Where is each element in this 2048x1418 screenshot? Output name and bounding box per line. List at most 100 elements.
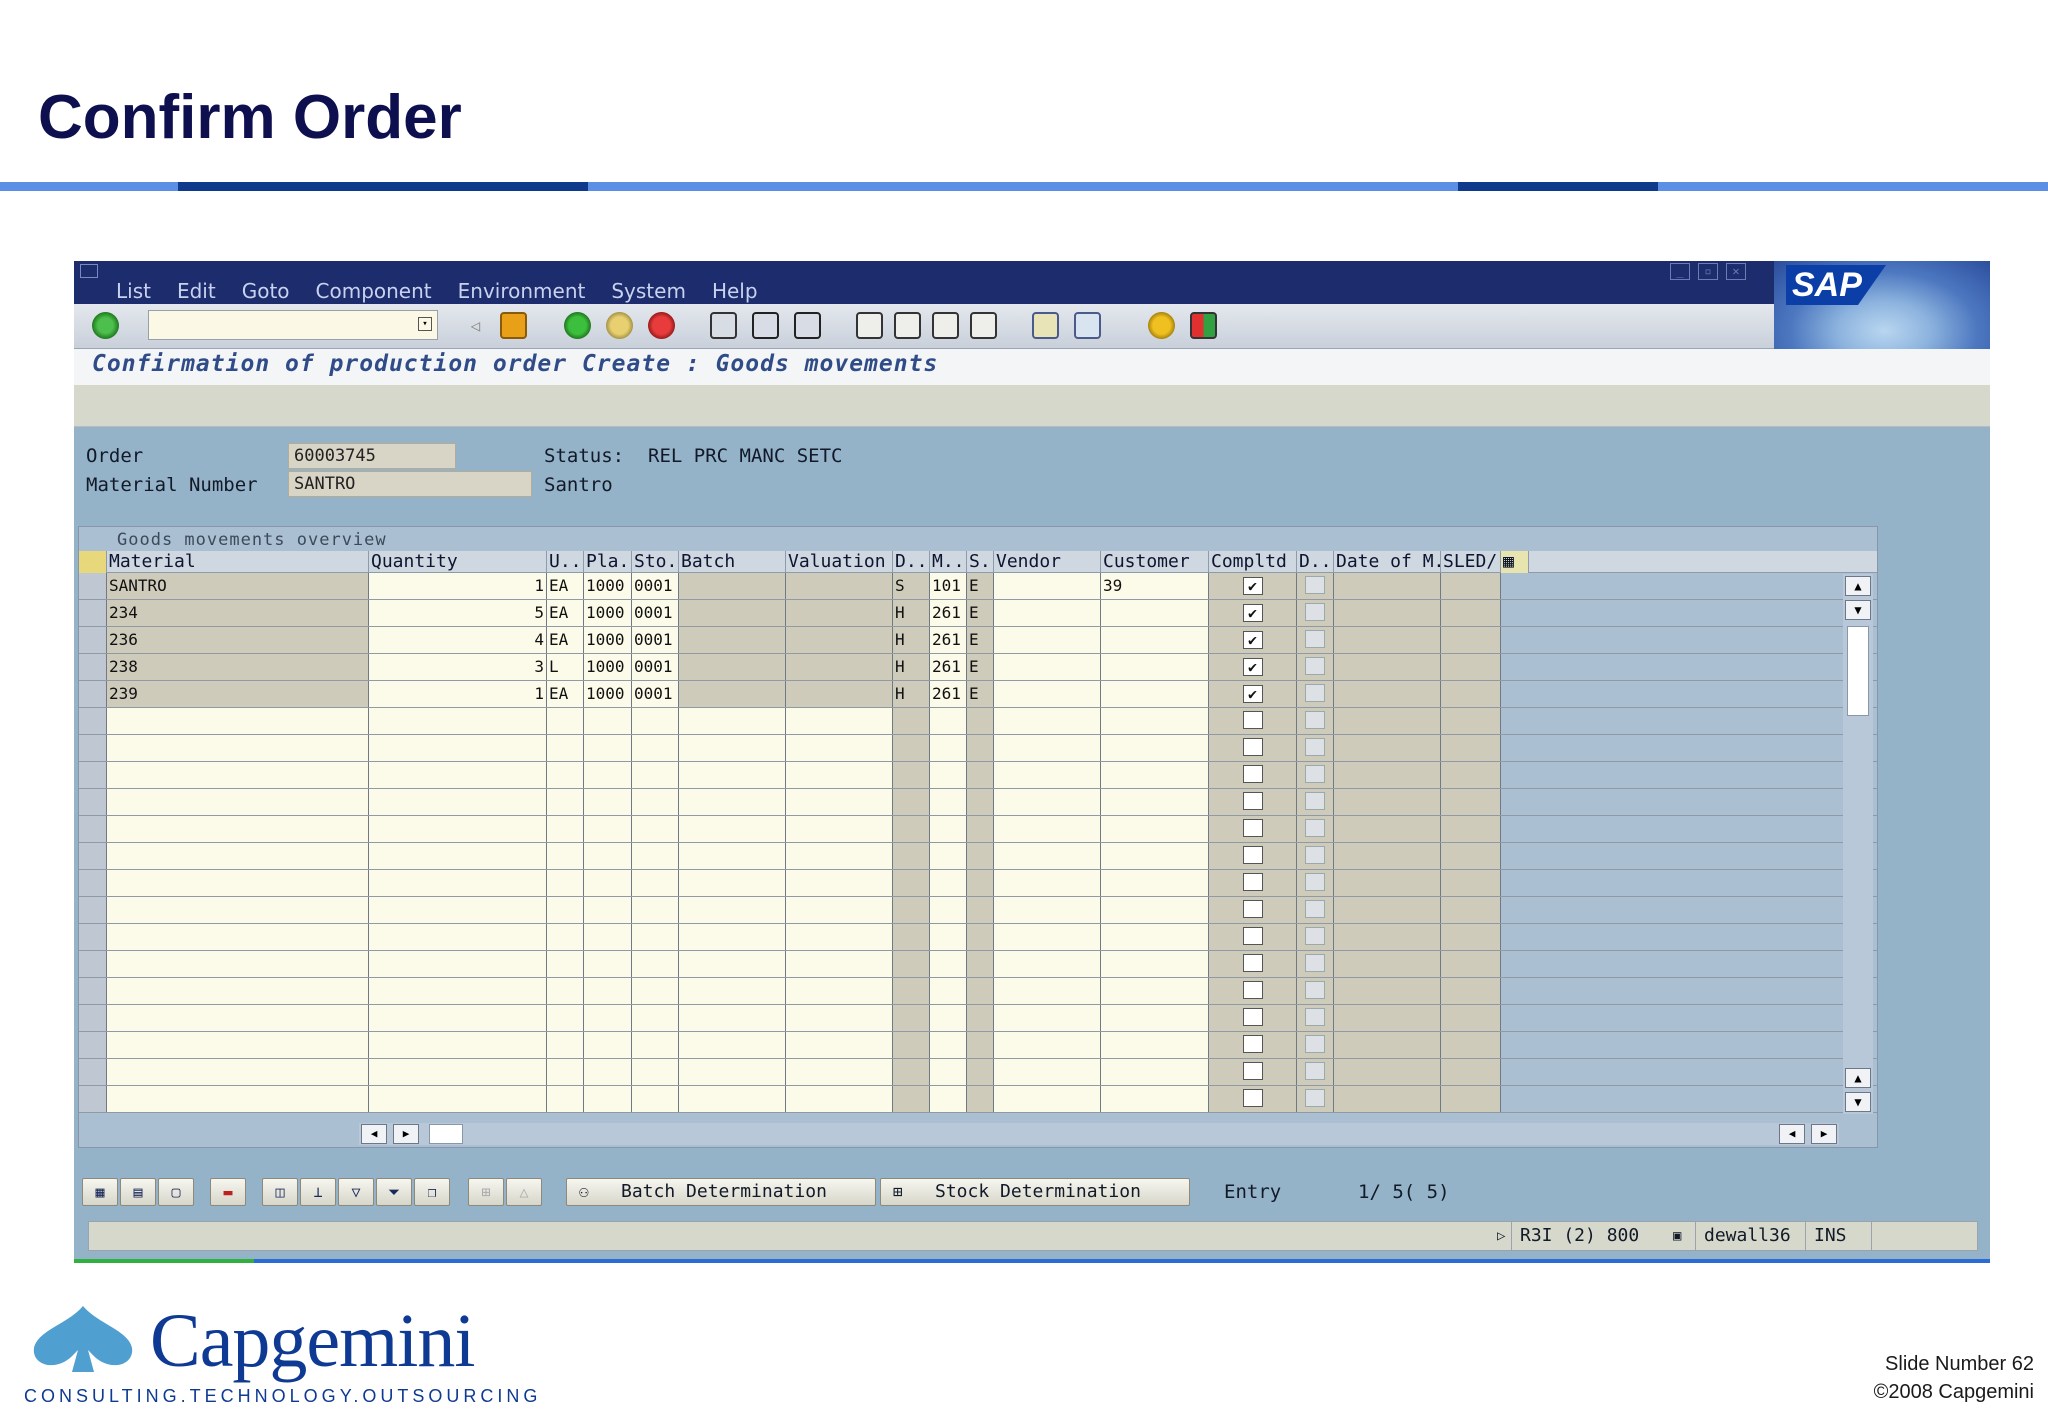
- cell-quantity[interactable]: [369, 924, 547, 950]
- scroll-up-icon[interactable]: ▲: [1845, 576, 1871, 596]
- table-row[interactable]: [79, 951, 1877, 978]
- cell-valuation[interactable]: [786, 762, 893, 788]
- cell-date[interactable]: [1334, 1005, 1441, 1031]
- cell-valuation[interactable]: [786, 600, 893, 626]
- cell-vendor[interactable]: [994, 924, 1101, 950]
- cell-plant[interactable]: [584, 924, 632, 950]
- scroll-page-up-icon[interactable]: ▲: [1845, 1068, 1871, 1088]
- table-row[interactable]: [79, 816, 1877, 843]
- cell-sled[interactable]: [1441, 897, 1501, 923]
- cell-material[interactable]: [107, 789, 369, 815]
- cell-special[interactable]: [967, 816, 994, 842]
- cell-valuation[interactable]: [786, 951, 893, 977]
- table-row[interactable]: 239 1 EA 1000 0001 H 261 E ✔: [79, 681, 1877, 708]
- cell-valuation[interactable]: [786, 897, 893, 923]
- cell-batch[interactable]: [679, 843, 786, 869]
- cell-batch[interactable]: [679, 1032, 786, 1058]
- cell-date[interactable]: [1334, 843, 1441, 869]
- cell-quantity[interactable]: [369, 870, 547, 896]
- cell-mvt[interactable]: [930, 870, 967, 896]
- cell-unit[interactable]: [547, 978, 584, 1004]
- cell-special[interactable]: [967, 978, 994, 1004]
- cell-material[interactable]: 239: [107, 681, 369, 707]
- cell-material[interactable]: [107, 735, 369, 761]
- stock-determination-button[interactable]: ⊞ Stock Determination: [880, 1178, 1190, 1206]
- cell-plant[interactable]: 1000: [584, 654, 632, 680]
- cell-customer[interactable]: [1101, 681, 1209, 707]
- sort-icon[interactable]: ⊥: [300, 1178, 336, 1206]
- cell-plant[interactable]: [584, 735, 632, 761]
- cell-plant[interactable]: 1000: [584, 627, 632, 653]
- completed-checkbox[interactable]: ✔: [1242, 685, 1263, 703]
- row-selector[interactable]: [79, 951, 107, 977]
- cell-special[interactable]: [967, 1005, 994, 1031]
- cell-plant[interactable]: [584, 870, 632, 896]
- cell-mvt[interactable]: 261: [930, 600, 967, 626]
- cell-material[interactable]: [107, 1032, 369, 1058]
- cell-sled[interactable]: [1441, 924, 1501, 950]
- cell-date[interactable]: [1334, 600, 1441, 626]
- column-header[interactable]: Customer: [1101, 551, 1209, 573]
- cell-vendor[interactable]: [994, 1059, 1101, 1085]
- cell-mvt[interactable]: [930, 1086, 967, 1112]
- cell-sloc[interactable]: [632, 951, 679, 977]
- table-row[interactable]: [79, 897, 1877, 924]
- cell-vendor[interactable]: [994, 1005, 1101, 1031]
- completed-checkbox[interactable]: [1242, 927, 1263, 945]
- cell-material[interactable]: 236: [107, 627, 369, 653]
- table-row[interactable]: [79, 843, 1877, 870]
- cell-special[interactable]: E: [967, 627, 994, 653]
- table-row[interactable]: SANTRO 1 EA 1000 0001 S 101 E 39 ✔: [79, 573, 1877, 600]
- cell-special[interactable]: [967, 1086, 994, 1112]
- menu-item-component[interactable]: Component: [316, 279, 432, 303]
- completed-checkbox[interactable]: [1242, 1008, 1263, 1026]
- cell-customer[interactable]: [1101, 897, 1209, 923]
- cell-sled[interactable]: [1441, 789, 1501, 815]
- completed-checkbox[interactable]: [1242, 1089, 1263, 1107]
- row-selector[interactable]: [79, 735, 107, 761]
- cell-quantity[interactable]: [369, 762, 547, 788]
- next-page-icon[interactable]: [932, 312, 959, 339]
- cell-vendor[interactable]: [994, 816, 1101, 842]
- column-header[interactable]: Sto...: [632, 551, 679, 573]
- find-next-icon[interactable]: [794, 312, 821, 339]
- cell-mvt[interactable]: [930, 978, 967, 1004]
- cell-debit[interactable]: [893, 870, 930, 896]
- cell-plant[interactable]: 1000: [584, 681, 632, 707]
- cell-date[interactable]: [1334, 897, 1441, 923]
- column-header[interactable]: D...: [1297, 551, 1334, 573]
- cancel-icon[interactable]: [648, 312, 675, 339]
- column-header[interactable]: U...: [547, 551, 584, 573]
- cell-date[interactable]: [1334, 816, 1441, 842]
- cell-special[interactable]: [967, 735, 994, 761]
- help-icon[interactable]: [1148, 312, 1175, 339]
- cell-sled[interactable]: [1441, 843, 1501, 869]
- cell-sled[interactable]: [1441, 681, 1501, 707]
- cell-debit[interactable]: [893, 1005, 930, 1031]
- cell-special[interactable]: [967, 708, 994, 734]
- select-all-icon[interactable]: ▦: [82, 1178, 118, 1206]
- cell-batch[interactable]: [679, 654, 786, 680]
- cell-batch[interactable]: [679, 681, 786, 707]
- save-icon[interactable]: [500, 312, 527, 339]
- cell-valuation[interactable]: [786, 843, 893, 869]
- cell-date[interactable]: [1334, 1059, 1441, 1085]
- cell-unit[interactable]: L: [547, 654, 584, 680]
- row-selector[interactable]: [79, 627, 107, 653]
- cell-material[interactable]: SANTRO: [107, 573, 369, 599]
- row-selector[interactable]: [79, 762, 107, 788]
- cell-sloc[interactable]: [632, 1032, 679, 1058]
- cell-customer[interactable]: [1101, 789, 1209, 815]
- row-selector[interactable]: [79, 600, 107, 626]
- cell-batch[interactable]: [679, 951, 786, 977]
- column-header[interactable]: S...: [967, 551, 994, 573]
- cell-sloc[interactable]: [632, 978, 679, 1004]
- cell-batch[interactable]: [679, 762, 786, 788]
- completed-checkbox[interactable]: [1242, 981, 1263, 999]
- row-selector[interactable]: [79, 789, 107, 815]
- cell-plant[interactable]: [584, 951, 632, 977]
- back-icon[interactable]: [564, 312, 591, 339]
- cell-special[interactable]: [967, 897, 994, 923]
- cell-quantity[interactable]: [369, 843, 547, 869]
- table-row[interactable]: [79, 735, 1877, 762]
